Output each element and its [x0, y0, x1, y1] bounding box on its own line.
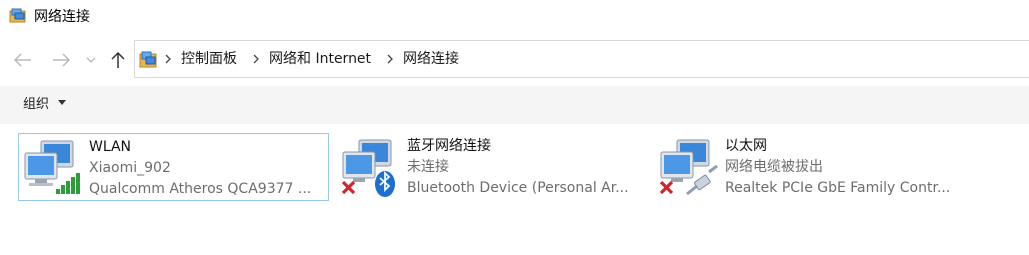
connection-status: 网络电缆被拔出	[725, 159, 823, 175]
connection-item-wlan[interactable]: WLAN Xiaomi_902 Qualcomm Atheros QCA9377…	[18, 133, 329, 201]
connection-name: 蓝牙网络连接	[407, 138, 491, 154]
network-folder-icon	[138, 50, 158, 70]
bluetooth-icon	[339, 136, 403, 198]
wifi-signal-icon	[21, 137, 85, 199]
command-toolbar: 组织	[0, 86, 1029, 124]
connection-name: WLAN	[89, 139, 132, 155]
window-title: 网络连接	[34, 9, 90, 25]
connection-item-bluetooth[interactable]: 蓝牙网络连接 未连接 Bluetooth Device (Personal Ar…	[337, 133, 648, 201]
breadcrumb-network-internet[interactable]: 网络和 Internet	[269, 50, 371, 68]
organize-button[interactable]: 组织	[23, 96, 49, 114]
breadcrumb-separator-icon[interactable]	[163, 51, 173, 67]
arrow-right-icon[interactable]	[50, 49, 72, 71]
connection-status: Xiaomi_902	[89, 160, 171, 176]
address-bar[interactable]: 控制面板 网络和 Internet 网络连接	[134, 40, 1029, 78]
connection-status: 未连接	[407, 159, 449, 175]
connection-device: Realtek PCIe GbE Family Contr...	[725, 180, 951, 196]
navigation-row: 控制面板 网络和 Internet 网络连接	[0, 40, 1029, 80]
connection-name: 以太网	[725, 138, 767, 154]
breadcrumb-control-panel[interactable]: 控制面板	[181, 50, 237, 68]
connection-device: Qualcomm Atheros QCA9377 ...	[89, 181, 312, 197]
connection-device: Bluetooth Device (Personal Ar...	[407, 180, 629, 196]
breadcrumb-network-connections[interactable]: 网络连接	[403, 50, 459, 68]
connection-item-ethernet[interactable]: 以太网 网络电缆被拔出 Realtek PCIe GbE Family Cont…	[655, 133, 966, 201]
network-connections-icon	[9, 8, 27, 24]
arrow-left-icon[interactable]	[12, 49, 34, 71]
breadcrumb-separator-icon[interactable]	[385, 51, 395, 67]
chevron-down-icon[interactable]	[84, 49, 98, 71]
ethernet-cable-icon	[657, 136, 721, 198]
title-bar: 网络连接	[0, 0, 1029, 36]
breadcrumb-separator-icon[interactable]	[251, 51, 261, 67]
arrow-up-icon[interactable]	[107, 49, 129, 71]
